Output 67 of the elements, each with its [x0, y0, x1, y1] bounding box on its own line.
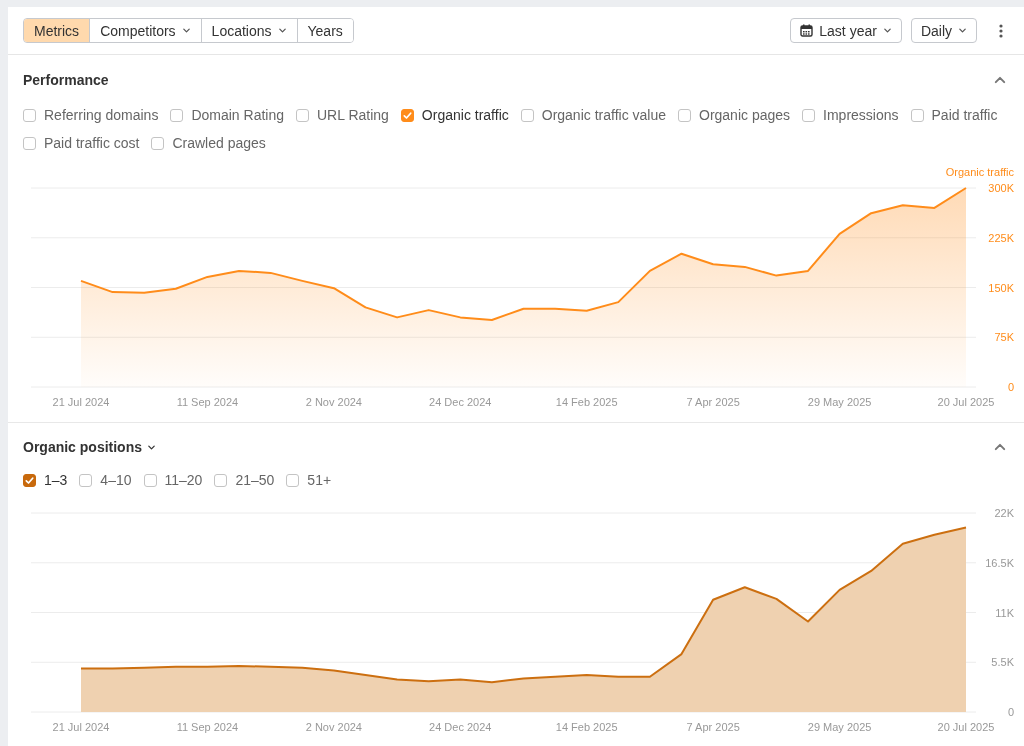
checkbox[interactable] [151, 136, 165, 150]
y-axis-label: 11K [995, 606, 1014, 619]
checkbox-label[interactable]: URL Rating [317, 107, 389, 123]
legend-label: Organic traffic [945, 166, 1014, 178]
calendar-icon [800, 24, 814, 37]
checkbox-label[interactable]: 51+ [307, 472, 332, 488]
checkbox[interactable] [214, 473, 228, 487]
x-axis-label: 14 Feb 2025 [555, 396, 618, 408]
checkbox-label[interactable]: Domain Rating [191, 107, 284, 123]
x-axis-label: 7 Apr 2025 [686, 396, 740, 408]
x-axis-label: 29 May 2025 [807, 396, 872, 408]
checkbox-label[interactable]: Paid traffic [931, 107, 998, 123]
checkbox[interactable] [520, 108, 534, 122]
checkbox-label[interactable]: Paid traffic cost [44, 135, 140, 151]
chevron-down-icon [882, 26, 892, 35]
checkbox[interactable] [23, 136, 36, 150]
checkbox-label[interactable]: Impressions [823, 107, 899, 123]
x-axis-label: 14 Feb 2025 [555, 721, 618, 733]
more-options-icon[interactable] [999, 23, 1003, 38]
checkbox[interactable] [23, 473, 36, 487]
checkbox[interactable] [23, 108, 36, 122]
y-axis-label: 0 [1007, 381, 1014, 393]
checkbox-label[interactable]: Referring domains [44, 107, 159, 123]
y-axis-label: 150K [988, 281, 1014, 294]
checkbox-label[interactable]: Organic traffic value [541, 107, 666, 123]
x-axis-label: 20 Jul 2025 [937, 396, 995, 408]
checkbox-label[interactable]: 1–3 [44, 472, 68, 488]
checkbox[interactable] [910, 108, 924, 122]
checkbox[interactable] [296, 108, 309, 122]
segment-tab[interactable]: Years [296, 19, 353, 42]
x-axis-label: 7 Apr 2025 [686, 721, 740, 733]
checkbox[interactable] [79, 473, 93, 487]
checkbox[interactable] [400, 108, 414, 122]
x-axis-label: 24 Dec 2024 [429, 721, 492, 733]
x-axis-label: 11 Sep 2024 [176, 396, 239, 408]
chevron-down-icon [958, 26, 967, 35]
y-axis-label: 0 [1007, 706, 1014, 718]
checkbox[interactable] [678, 108, 691, 122]
y-axis-label: 16.5K [985, 556, 1014, 569]
x-axis-label: 20 Jul 2025 [937, 721, 995, 733]
checkbox[interactable] [170, 108, 184, 122]
checkbox[interactable] [143, 473, 157, 487]
section-dropdown[interactable]: Organic positions [23, 439, 156, 455]
x-axis-label: 2 Nov 2024 [305, 396, 362, 408]
x-axis-label: 29 May 2025 [807, 721, 872, 733]
checkbox-label[interactable]: 11–20 [164, 472, 203, 488]
x-axis-label: 2 Nov 2024 [305, 721, 362, 733]
section-title: Performance [23, 72, 109, 88]
y-axis-label: 75K [994, 331, 1014, 344]
x-axis-label: 24 Dec 2024 [429, 396, 492, 408]
checkbox-label[interactable]: Organic traffic [421, 107, 509, 123]
y-axis-label: 22K [994, 507, 1014, 519]
x-axis-label: 21 Jul 2024 [52, 396, 110, 408]
checkbox[interactable] [286, 473, 300, 487]
checkbox-label[interactable]: 4–10 [100, 472, 132, 488]
checkbox-label[interactable]: Crawled pages [172, 135, 266, 151]
checkbox[interactable] [802, 108, 816, 122]
checkbox-label[interactable]: Organic pages [699, 107, 791, 123]
interval-dropdown[interactable]: Daily [910, 18, 977, 43]
checkbox-label[interactable]: 21–50 [235, 472, 275, 488]
segment-tab[interactable]: Metrics [24, 19, 90, 42]
y-axis-label: 5.5K [991, 656, 1014, 669]
y-axis-label: 225K [988, 231, 1014, 244]
date-range-dropdown[interactable]: Last year [790, 18, 902, 43]
x-axis-label: 21 Jul 2024 [52, 721, 110, 733]
x-axis-label: 11 Sep 2024 [176, 721, 239, 733]
y-axis-label: 300K [988, 182, 1014, 194]
